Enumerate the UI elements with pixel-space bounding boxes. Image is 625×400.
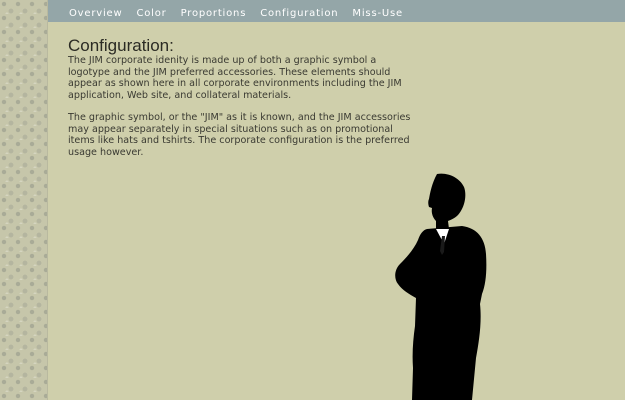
nav-configuration[interactable]: Configuration xyxy=(260,8,338,19)
man-silhouette-icon xyxy=(395,173,487,400)
nav-color[interactable]: Color xyxy=(136,8,166,19)
description-paragraph-1: The JIM corporate idenity is made up of … xyxy=(68,55,402,101)
main-nav: Overview Color Proportions Configuration… xyxy=(69,8,417,19)
description-paragraph-2: The graphic symbol, or the "JIM" as it i… xyxy=(68,112,411,158)
page-title: Configuration: xyxy=(68,36,174,55)
decorative-side-pattern xyxy=(0,0,48,400)
nav-proportions[interactable]: Proportions xyxy=(181,8,247,19)
main-content: Configuration: The JIM corporate idenity… xyxy=(68,37,418,158)
nav-overview[interactable]: Overview xyxy=(69,8,122,19)
nav-miss-use[interactable]: Miss-Use xyxy=(352,8,403,19)
